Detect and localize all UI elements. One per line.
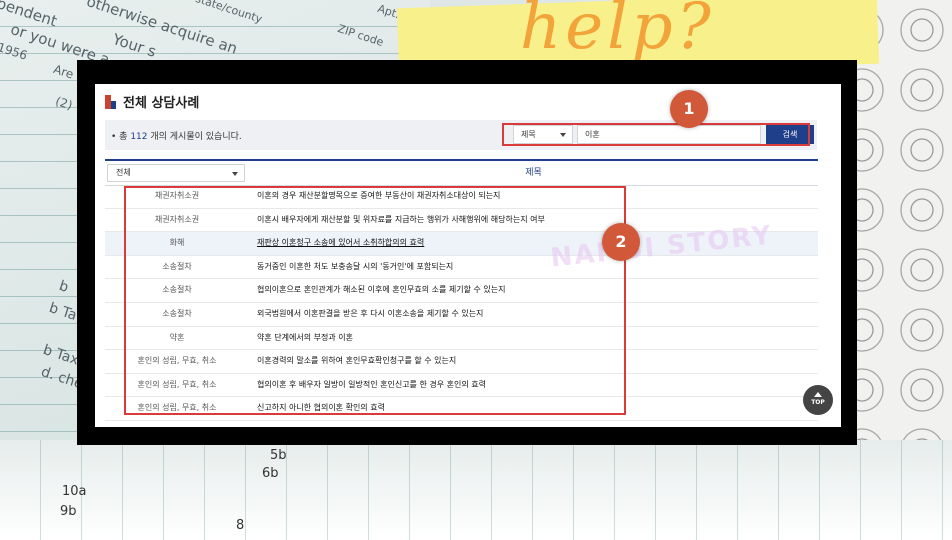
scroll-top-button[interactable]: TOP xyxy=(803,385,833,415)
bg-label: 8 xyxy=(236,518,245,533)
arrow-up-icon xyxy=(814,392,822,397)
title-bullet-icon xyxy=(105,94,116,109)
sticky-note-handwriting: help? xyxy=(520,0,715,64)
chevron-down-icon xyxy=(232,172,238,176)
post-count-suffix: 개의 게시물이 있습니다. xyxy=(147,132,242,142)
title-column-header: 제목 xyxy=(525,168,542,178)
bg-text: state/county xyxy=(193,0,264,26)
highlight-box-search xyxy=(502,123,810,146)
bg-text: ZIP code xyxy=(335,22,386,50)
bg-text: 1956 xyxy=(0,40,30,63)
bg-label: 10a xyxy=(62,484,87,499)
post-count: • 총 112 개의 게시물이 있습니다. xyxy=(111,129,242,142)
scroll-top-label: TOP xyxy=(811,399,825,406)
background-form-bottom: 5b 6b 10a 9b 8 xyxy=(0,440,952,540)
table-header: 전체 제목 xyxy=(105,159,818,186)
page-header: 전체 상담사례 xyxy=(105,92,199,111)
bg-label: 5b xyxy=(270,448,287,463)
page-title: 전체 상담사례 xyxy=(123,96,200,111)
category-filter-select[interactable]: 전체 xyxy=(107,164,245,182)
bg-text: (2) xyxy=(53,94,75,113)
bg-text: b Ta xyxy=(47,300,79,324)
highlight-box-results xyxy=(124,186,626,415)
bg-text: Are xyxy=(51,62,76,82)
bg-text: b xyxy=(57,278,71,296)
bg-text: Your s xyxy=(110,30,159,61)
bg-label: 9b xyxy=(60,504,77,519)
post-count-number: 112 xyxy=(130,132,148,142)
annotation-badge-1: 1 xyxy=(670,90,708,128)
bg-label: 6b xyxy=(262,466,279,481)
post-count-prefix: • 총 xyxy=(111,132,131,142)
category-filter-value: 전체 xyxy=(116,168,131,177)
annotation-badge-2: 2 xyxy=(602,223,640,261)
